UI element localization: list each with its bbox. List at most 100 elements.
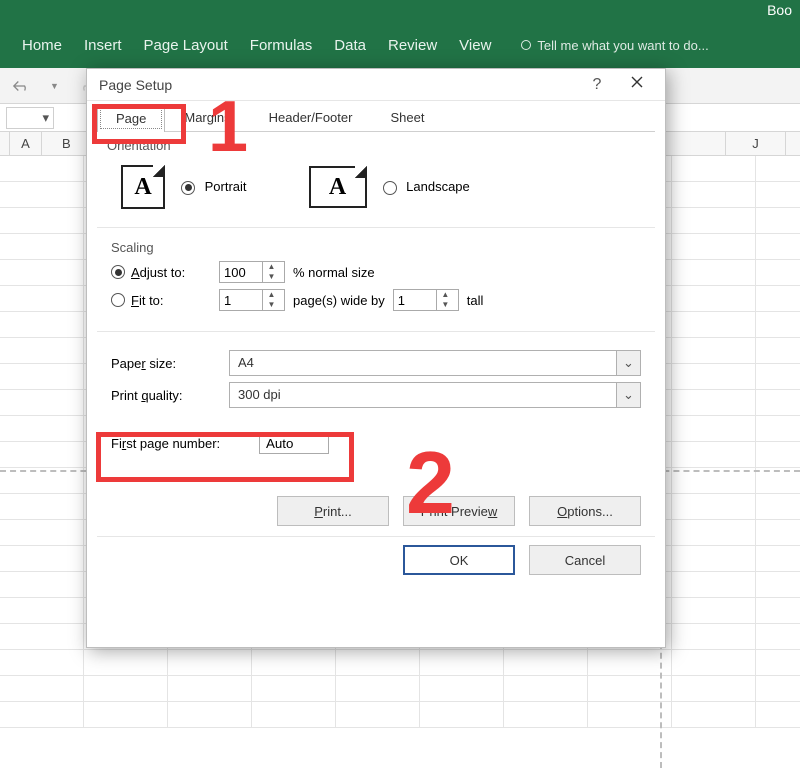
cell[interactable] (672, 338, 756, 363)
cell[interactable] (756, 416, 800, 441)
cell[interactable] (756, 546, 800, 571)
print-quality-select[interactable]: 300 dpi ⌄ (229, 382, 641, 408)
cell[interactable] (756, 390, 800, 415)
cell[interactable] (0, 416, 84, 441)
ok-button[interactable]: OK (403, 545, 515, 575)
cell[interactable] (672, 650, 756, 675)
cell[interactable] (84, 650, 168, 675)
col-header-a[interactable]: A (10, 132, 42, 155)
cell[interactable] (756, 494, 800, 519)
cancel-button[interactable]: Cancel (529, 545, 641, 575)
tab-page-layout[interactable]: Page Layout (144, 37, 228, 54)
cell[interactable] (252, 702, 336, 727)
cell[interactable] (672, 390, 756, 415)
print-button[interactable]: Print... (277, 496, 389, 526)
col-header-j[interactable]: J (726, 132, 786, 155)
cell[interactable] (756, 624, 800, 649)
cell[interactable] (0, 650, 84, 675)
cell[interactable] (0, 338, 84, 363)
cell[interactable] (672, 286, 756, 311)
tell-me-search[interactable]: Tell me what you want to do... (521, 38, 708, 53)
cell[interactable] (0, 364, 84, 389)
tab-sheet[interactable]: Sheet (371, 103, 443, 131)
cell[interactable] (672, 312, 756, 337)
cell[interactable] (0, 442, 84, 467)
cell[interactable] (0, 208, 84, 233)
cell[interactable] (756, 286, 800, 311)
cell[interactable] (0, 312, 84, 337)
cell[interactable] (0, 286, 84, 311)
portrait-radio[interactable]: Portrait (181, 179, 247, 195)
cell[interactable] (0, 572, 84, 597)
cell[interactable] (168, 702, 252, 727)
cell[interactable] (756, 156, 800, 181)
cell[interactable] (0, 234, 84, 259)
adjust-to-spinner[interactable]: ▲▼ (219, 261, 285, 283)
cell[interactable] (672, 416, 756, 441)
spinner-down-icon[interactable]: ▼ (437, 300, 454, 310)
dialog-close-button[interactable] (617, 75, 657, 94)
landscape-radio[interactable]: Landscape (383, 179, 470, 195)
tab-data[interactable]: Data (334, 37, 366, 54)
undo-icon[interactable] (12, 79, 30, 93)
options-button[interactable]: Options... (529, 496, 641, 526)
cell[interactable] (756, 312, 800, 337)
cell[interactable] (672, 364, 756, 389)
cell[interactable] (672, 572, 756, 597)
tab-margins[interactable]: Margins (165, 103, 249, 131)
cell[interactable] (672, 494, 756, 519)
cell[interactable] (0, 676, 84, 701)
cell[interactable] (168, 650, 252, 675)
cell[interactable] (756, 572, 800, 597)
cell[interactable] (168, 676, 252, 701)
cell[interactable] (0, 494, 84, 519)
cell[interactable] (0, 390, 84, 415)
cell[interactable] (756, 338, 800, 363)
tab-formulas[interactable]: Formulas (250, 37, 313, 54)
cell[interactable] (0, 624, 84, 649)
fit-tall-spinner[interactable]: ▲▼ (393, 289, 459, 311)
cell[interactable] (672, 260, 756, 285)
cell[interactable] (252, 650, 336, 675)
tab-view[interactable]: View (459, 37, 491, 54)
cell[interactable] (672, 234, 756, 259)
cell[interactable] (0, 702, 84, 727)
spinner-down-icon[interactable]: ▼ (263, 300, 280, 310)
cell[interactable] (672, 182, 756, 207)
dialog-help-button[interactable]: ? (577, 76, 617, 94)
spinner-up-icon[interactable]: ▲ (437, 290, 454, 300)
cell[interactable] (336, 676, 420, 701)
first-page-number-input[interactable] (259, 432, 329, 454)
table-row[interactable] (0, 650, 800, 676)
cell[interactable] (756, 650, 800, 675)
dialog-title-bar[interactable]: Page Setup ? (87, 69, 665, 101)
cell[interactable] (756, 442, 800, 467)
undo-dropdown[interactable]: ▼ (50, 81, 59, 91)
cell[interactable] (0, 260, 84, 285)
cell[interactable] (336, 702, 420, 727)
print-preview-button[interactable]: Print Preview (403, 496, 515, 526)
table-row[interactable] (0, 676, 800, 702)
chevron-down-icon[interactable]: ⌄ (616, 383, 640, 407)
spinner-down-icon[interactable]: ▼ (263, 272, 280, 282)
cell[interactable] (420, 676, 504, 701)
cell[interactable] (756, 676, 800, 701)
cell[interactable] (756, 208, 800, 233)
fit-tall-input[interactable] (394, 290, 436, 310)
tab-page[interactable]: Page (97, 104, 165, 132)
cell[interactable] (420, 702, 504, 727)
cell[interactable] (0, 520, 84, 545)
table-row[interactable] (0, 702, 800, 728)
tab-home[interactable]: Home (22, 37, 62, 54)
cell[interactable] (672, 676, 756, 701)
cell[interactable] (504, 702, 588, 727)
cell[interactable] (756, 260, 800, 285)
cell[interactable] (672, 598, 756, 623)
adjust-to-radio[interactable]: Adjust to: (111, 265, 211, 280)
cell[interactable] (0, 182, 84, 207)
cell[interactable] (84, 676, 168, 701)
cell[interactable] (756, 598, 800, 623)
cell[interactable] (0, 546, 84, 571)
cell[interactable] (0, 156, 84, 181)
cell[interactable] (672, 208, 756, 233)
